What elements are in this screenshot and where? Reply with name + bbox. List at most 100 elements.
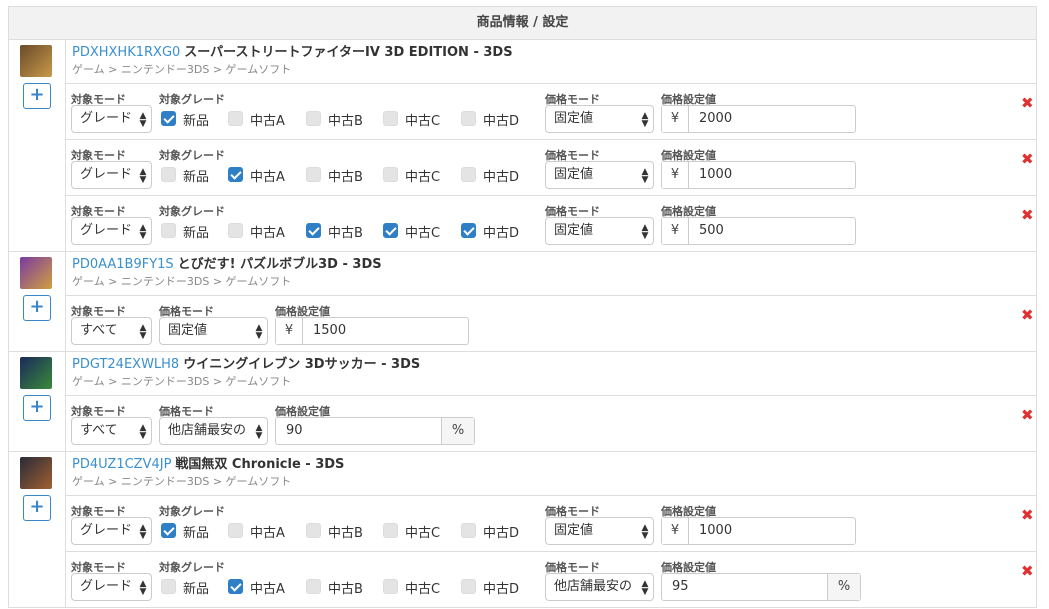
grade-checkbox[interactable] (228, 111, 243, 126)
target-mode-select-value: グレード (80, 523, 133, 538)
grade-checkbox[interactable] (461, 523, 476, 538)
grade-checkbox[interactable] (161, 167, 176, 182)
grade-checkbox[interactable] (306, 167, 321, 182)
product-title-line: PD4UZ1CZV4JP 戦国無双 Chronicle - 3DS (72, 456, 1036, 474)
grade-checkbox[interactable] (161, 223, 176, 238)
select-arrows-icon: ▲ ▼ (641, 518, 649, 541)
price-mode-select[interactable]: 固定値 ▲ ▼ (545, 161, 654, 189)
grade-label: 中古B (328, 226, 363, 241)
price-value-input[interactable]: 1000 (689, 518, 855, 544)
price-mode-select[interactable]: 固定値 ▲ ▼ (545, 105, 654, 133)
target-mode-select-value: グレード (80, 111, 133, 126)
price-value-input[interactable]: 1000 (689, 162, 855, 188)
target-mode-select-value: すべて (80, 323, 118, 338)
grade-label: 新品 (183, 526, 210, 541)
grade-checkbox[interactable] (461, 111, 476, 126)
product-block: + PDXHXHK1RXG0 スーパーストリートファイターIV 3D EDITION… (9, 40, 1036, 252)
target-mode-select[interactable]: すべて ▲ ▼ (71, 317, 152, 345)
target-mode-select[interactable]: グレード ▲ ▼ (71, 161, 152, 189)
grade-checkbox[interactable] (306, 111, 321, 126)
delete-rule-icon[interactable]: ✖ (1021, 306, 1034, 324)
product-code-link[interactable]: PDXHXHK1RXG0 (72, 45, 180, 60)
grade-checkbox[interactable] (161, 523, 176, 538)
grade-label: 中古B (328, 582, 363, 597)
product-main: PD4UZ1CZV4JP 戦国無双 Chronicle - 3DS ゲーム > ニン… (66, 452, 1036, 607)
product-code-link[interactable]: PD4UZ1CZV4JP (72, 457, 171, 472)
target-mode-select[interactable]: グレード ▲ ▼ (71, 573, 152, 601)
add-rule-button[interactable]: + (23, 83, 51, 109)
price-mode-select[interactable]: 他店舗最安の ▲ ▼ (545, 573, 654, 601)
product-header: PD0AA1B9FY1S とびだす! パズルボブル3D - 3DS ゲーム > ニン… (66, 252, 1036, 296)
price-mode-select[interactable]: 固定値 ▲ ▼ (159, 317, 268, 345)
grade-checkbox[interactable] (228, 579, 243, 594)
grade-checkbox[interactable] (228, 223, 243, 238)
price-value-input[interactable]: 90 (276, 418, 441, 444)
grade-checkbox[interactable] (383, 111, 398, 126)
target-mode-select[interactable]: グレード ▲ ▼ (71, 517, 152, 545)
yen-prefix: ¥ (662, 518, 689, 544)
price-value-input[interactable]: 1500 (303, 318, 468, 344)
price-mode-select[interactable]: 他店舗最安の ▲ ▼ (159, 417, 268, 445)
product-block: + PD0AA1B9FY1S とびだす! パズルボブル3D - 3DS ゲーム > ニ… (9, 252, 1036, 352)
grade-checkbox[interactable] (383, 223, 398, 238)
delete-rule-icon[interactable]: ✖ (1021, 406, 1034, 424)
grade-label: 中古C (405, 582, 441, 597)
price-mode-select-value: 固定値 (554, 167, 594, 182)
product-thumbnail (20, 457, 52, 489)
product-code-link[interactable]: PD0AA1B9FY1S (72, 257, 174, 272)
delete-rule-icon[interactable]: ✖ (1021, 150, 1034, 168)
grade-checkbox[interactable] (461, 579, 476, 594)
add-rule-button[interactable]: + (23, 495, 51, 521)
target-grade-label: 対象グレード (159, 93, 225, 106)
delete-rule-icon[interactable]: ✖ (1021, 506, 1034, 524)
delete-rule-icon[interactable]: ✖ (1021, 206, 1034, 224)
price-rule-row: 対象モード グレード ▲ ▼ 対象グレード 新品 中古A 中古B 中古C 中古D 価格モード 固定値 ▲… (66, 140, 1036, 196)
grade-checkbox[interactable] (383, 523, 398, 538)
grade-label: 新品 (183, 114, 210, 129)
target-mode-select[interactable]: グレード ▲ ▼ (71, 105, 152, 133)
product-title-line: PDXHXHK1RXG0 スーパーストリートファイターIV 3D EDITION … (72, 44, 1036, 62)
add-rule-button[interactable]: + (23, 295, 51, 321)
grade-label: 新品 (183, 226, 210, 241)
grade-label: 中古A (250, 526, 285, 541)
price-value-input[interactable]: 500 (689, 218, 855, 244)
product-thumbnail (20, 357, 52, 389)
price-value-input-group: 90% (275, 417, 475, 445)
grade-checkbox[interactable] (383, 579, 398, 594)
price-mode-select-value: 他店舗最安の (554, 579, 633, 594)
table-header: 商品情報 / 設定 (9, 7, 1036, 40)
grade-checkbox[interactable] (228, 523, 243, 538)
delete-rule-icon[interactable]: ✖ (1021, 562, 1034, 580)
grade-label: 中古C (405, 226, 441, 241)
grade-checkbox[interactable] (161, 111, 176, 126)
grade-checkbox[interactable] (161, 579, 176, 594)
grade-checkbox[interactable] (306, 523, 321, 538)
price-value-input-group: ¥1500 (275, 317, 469, 345)
target-mode-select[interactable]: グレード ▲ ▼ (71, 217, 152, 245)
price-mode-select-value: 固定値 (168, 323, 208, 338)
price-value-input-group: ¥2000 (661, 105, 856, 133)
price-rule-row: 対象モード すべて ▲ ▼ 価格モード 他店舗最安の ▲ ▼ 価格設定値 90% ✖ (66, 396, 1036, 451)
grade-label: 中古D (483, 226, 520, 241)
percent-suffix: % (827, 574, 860, 600)
grade-checkbox[interactable] (461, 223, 476, 238)
price-mode-select[interactable]: 固定値 ▲ ▼ (545, 217, 654, 245)
target-mode-select[interactable]: すべて ▲ ▼ (71, 417, 152, 445)
yen-prefix: ¥ (276, 318, 303, 344)
price-value-input[interactable]: 95 (662, 574, 827, 600)
price-value-input[interactable]: 2000 (689, 106, 855, 132)
price-mode-select-value: 固定値 (554, 111, 594, 126)
select-arrows-icon: ▲ ▼ (139, 574, 147, 597)
grade-checkbox[interactable] (383, 167, 398, 182)
product-code-link[interactable]: PDGT24EXWLH8 (72, 357, 179, 372)
delete-rule-icon[interactable]: ✖ (1021, 94, 1034, 112)
grade-label: 新品 (183, 170, 210, 185)
grade-checkbox[interactable] (228, 167, 243, 182)
grade-checkbox[interactable] (306, 223, 321, 238)
select-arrows-icon: ▲ ▼ (641, 106, 649, 129)
grade-checkbox[interactable] (306, 579, 321, 594)
product-title: スーパーストリートファイターIV 3D EDITION - 3DS (184, 45, 513, 60)
add-rule-button[interactable]: + (23, 395, 51, 421)
grade-checkbox[interactable] (461, 167, 476, 182)
price-mode-select[interactable]: 固定値 ▲ ▼ (545, 517, 654, 545)
